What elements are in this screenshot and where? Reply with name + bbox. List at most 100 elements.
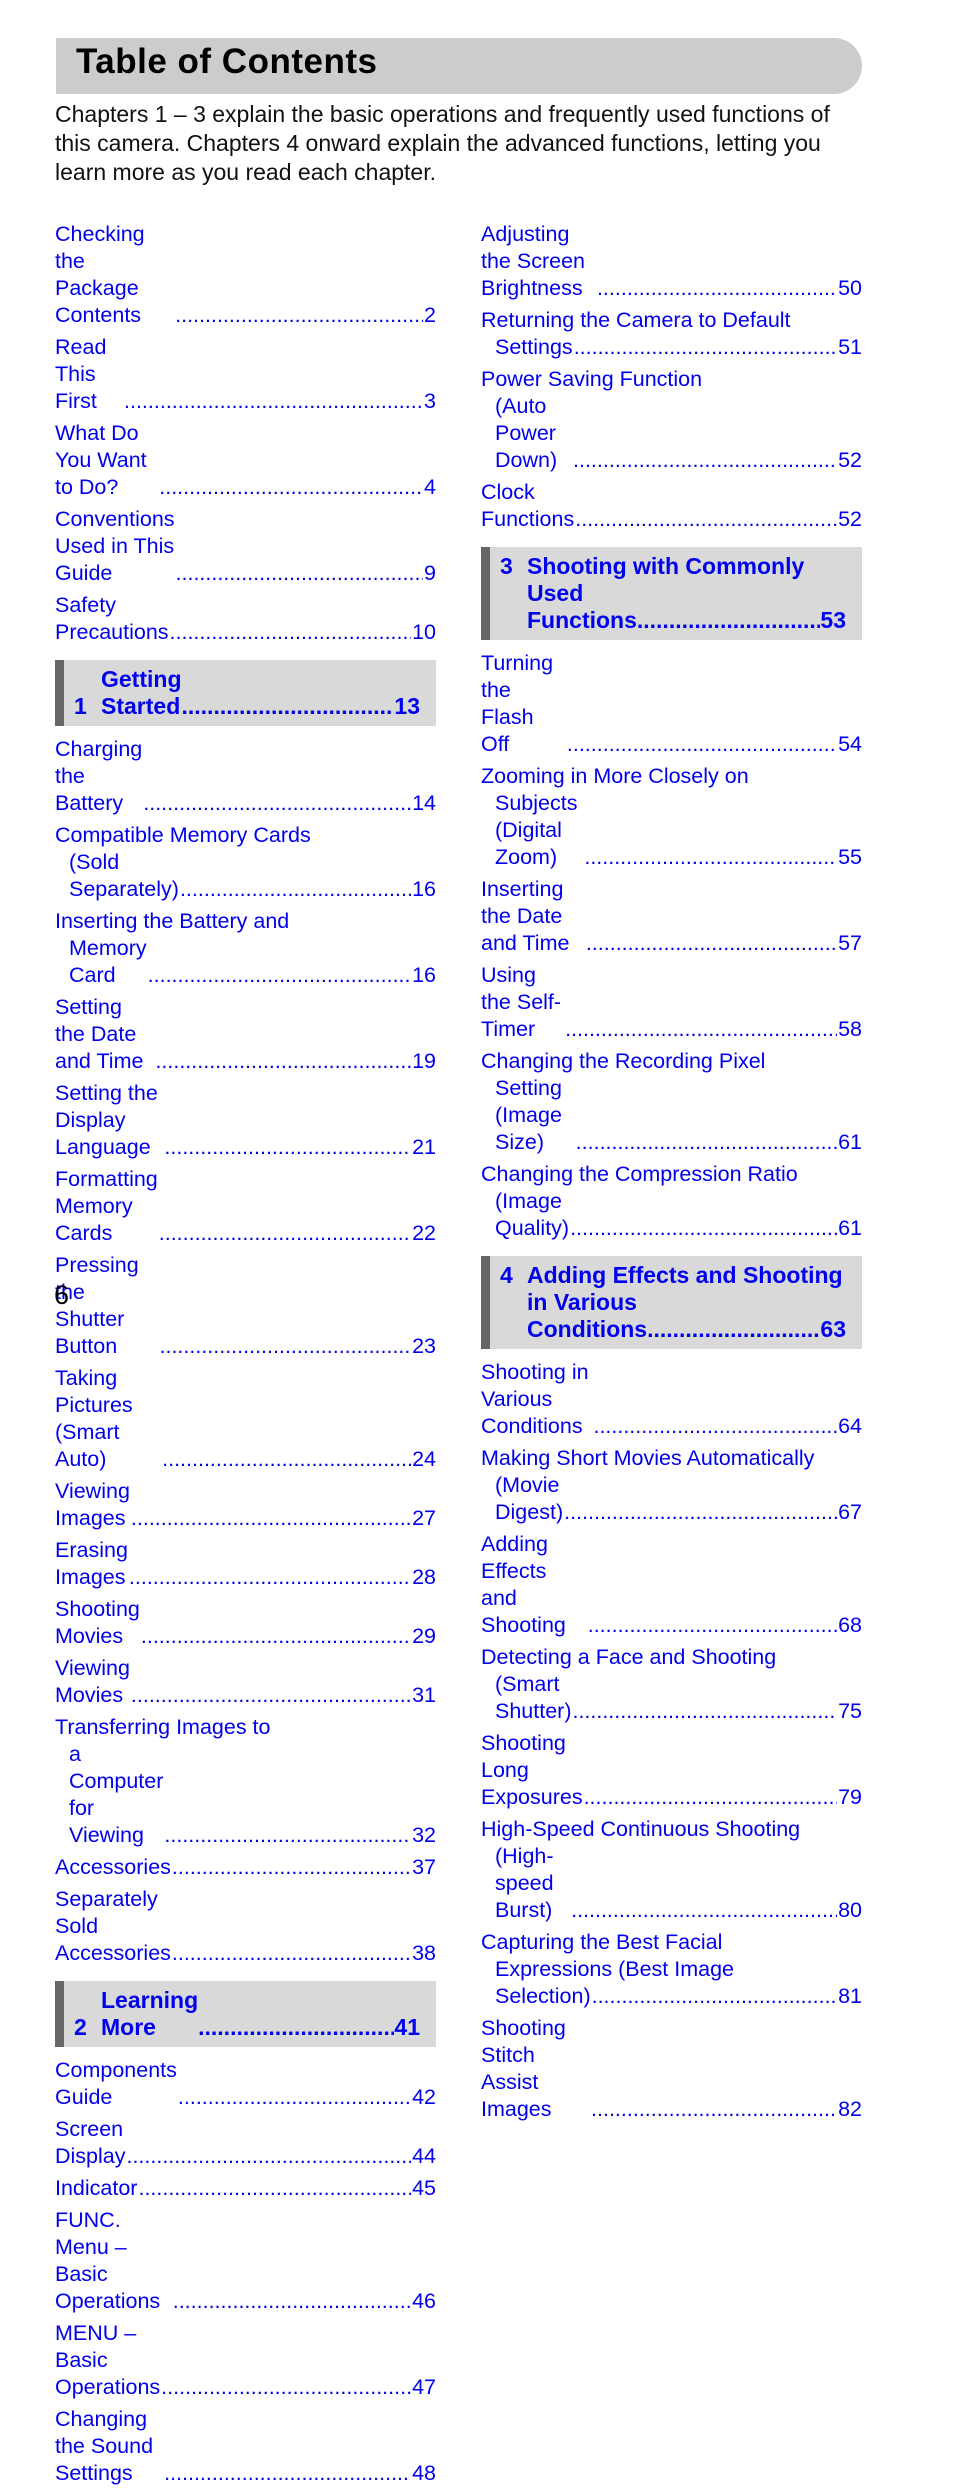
toc-entry-label: MENU – Basic Operations: [55, 2321, 161, 2399]
toc-entry-page: 4: [424, 475, 436, 499]
toc-entry-continuation: (Image Quality) 61: [481, 1188, 862, 1242]
toc-entry[interactable]: Inserting the Date and Time 57: [481, 876, 862, 957]
toc-entry[interactable]: Inserting the Battery and Memory Card 16: [55, 908, 436, 989]
toc-entry-continuation: Selection) 81: [481, 1983, 862, 2010]
toc-entry[interactable]: Shooting Stitch Assist Images 82: [481, 2015, 862, 2123]
toc-entry[interactable]: What Do You Want to Do? 4: [55, 420, 436, 501]
toc-entry[interactable]: Turning the Flash Off 54: [481, 650, 862, 758]
toc-entry[interactable]: Compatible Memory Cards (Sold Separately)…: [55, 822, 436, 903]
toc-entry[interactable]: Checking the Package Contents 2: [55, 221, 436, 329]
toc-entry[interactable]: Detecting a Face and Shooting (Smart Shut…: [481, 1644, 862, 1725]
chapter-heading-3[interactable]: 3 Shooting with CommonlyUsed Functions 53: [481, 547, 862, 640]
dot-leader: [161, 2374, 411, 2401]
toc-entry[interactable]: Changing the Sound Settings 48: [55, 2406, 436, 2487]
toc-entry[interactable]: Charging the Battery 14: [55, 736, 436, 817]
toc-entry-continuation: Expressions (Best Image: [481, 1956, 862, 1983]
toc-entry-page: 21: [412, 1135, 436, 1159]
toc-entry-label: Viewing Movies: [55, 1656, 130, 1707]
toc-entry-label: Separately Sold Accessories: [55, 1887, 171, 1965]
toc-entry-label: Shooting Long Exposures: [481, 1731, 583, 1809]
toc-entry-label: Taking Pictures (Smart Auto): [55, 1366, 133, 1471]
dot-leader: [176, 560, 424, 587]
dot-leader: [570, 1215, 837, 1242]
dot-leader: [180, 876, 411, 903]
toc-entry[interactable]: Using the Self-Timer 58: [481, 962, 862, 1043]
toc-entry-label: Changing the Compression Ratio: [481, 1162, 798, 1186]
toc-entry[interactable]: Shooting Long Exposures 79: [481, 1730, 862, 1811]
toc-entry-label: Power Saving Function: [481, 367, 703, 391]
toc-entry-continuation: (Movie Digest) 67: [481, 1472, 862, 1526]
chapter-heading-4[interactable]: 4 Adding Effects and Shooting in Various C…: [481, 1256, 862, 1349]
toc-entry[interactable]: Viewing Movies 31: [55, 1655, 436, 1709]
dot-leader: [584, 844, 837, 871]
chapter-page: 41: [394, 2014, 420, 2040]
toc-entry-page: 61: [838, 1216, 862, 1240]
toc-entry[interactable]: Formatting Memory Cards 22: [55, 1166, 436, 1247]
toc-entry[interactable]: Changing the Compression Ratio (Image Qua…: [481, 1161, 862, 1242]
toc-entry[interactable]: Returning the Camera to Default Settings 5…: [481, 307, 862, 361]
dot-leader: [571, 1897, 837, 1924]
toc-entry[interactable]: Making Short Movies Automatically (Movie …: [481, 1445, 862, 1526]
toc-entry[interactable]: Screen Display 44: [55, 2116, 436, 2170]
chapter-heading-2[interactable]: 2 Learning More 41: [55, 1981, 436, 2047]
toc-entry-label: Setting the Display Language: [55, 1081, 158, 1159]
dot-leader: [182, 693, 395, 720]
toc-entry-label: Shooting in Various Conditions: [481, 1360, 589, 1438]
toc-entry[interactable]: FUNC. Menu – Basic Operations 46: [55, 2207, 436, 2315]
toc-entry-label: Selection): [495, 1984, 591, 2008]
chapter-title: in Various Conditions: [527, 1289, 648, 1342]
toc-entry[interactable]: Zooming in More Closely on Subjects (Digi…: [481, 763, 862, 871]
toc-entry-page: 58: [838, 1017, 862, 1041]
chapter-title: Shooting with Commonly: [527, 553, 805, 579]
toc-entry[interactable]: Changing the Recording Pixel Setting (Ima…: [481, 1048, 862, 1156]
toc-entry-label: Settings: [495, 335, 573, 359]
toc-entry[interactable]: Power Saving Function (Auto Power Down) 52: [481, 366, 862, 474]
toc-entry-page: 32: [412, 1823, 436, 1847]
toc-entry-continuation: Subjects (Digital Zoom) 55: [481, 790, 862, 871]
toc-entry[interactable]: Read This First 3: [55, 334, 436, 415]
toc-entry-label: Changing the Recording Pixel: [481, 1049, 766, 1073]
toc-entry-page: 23: [412, 1334, 436, 1358]
toc-entry[interactable]: MENU – Basic Operations 47: [55, 2320, 436, 2401]
toc-entry-page: 16: [412, 877, 436, 901]
toc-entry[interactable]: Adjusting the Screen Brightness 50: [481, 221, 862, 302]
toc-entry[interactable]: Taking Pictures (Smart Auto) 24: [55, 1365, 436, 1473]
toc-entry-page: 16: [412, 963, 436, 987]
toc-entry-label: (High-speed Burst): [495, 1844, 554, 1922]
chapter-number: 1: [74, 693, 87, 719]
toc-entry[interactable]: Adding Effects and Shooting 68: [481, 1531, 862, 1639]
chapter-number: 3: [500, 553, 513, 579]
chapter-title: Getting Started: [101, 666, 182, 719]
toc-entry[interactable]: Accessories 37: [55, 1854, 436, 1881]
chapter-title: Used Functions: [527, 580, 637, 633]
toc-entry[interactable]: Conventions Used in This Guide 9: [55, 506, 436, 587]
toc-entry[interactable]: Viewing Images 27: [55, 1478, 436, 1532]
toc-entry[interactable]: Indicator 45: [55, 2175, 436, 2202]
toc-entry[interactable]: Setting the Date and Time 19: [55, 994, 436, 1075]
dot-leader: [588, 1612, 837, 1639]
toc-entry-label: Erasing Images: [55, 1538, 128, 1589]
toc-entry-page: 22: [412, 1221, 436, 1245]
toc-entry[interactable]: Capturing the Best Facial Expressions (Be…: [481, 1929, 862, 2010]
dot-leader: [576, 1129, 837, 1156]
toc-entry[interactable]: Separately Sold Accessories 38: [55, 1886, 436, 1967]
toc-entry-page: 2: [424, 303, 436, 327]
toc-entry[interactable]: Erasing Images 28: [55, 1537, 436, 1591]
toc-entry-label: Shooting Stitch Assist Images: [481, 2016, 566, 2121]
toc-entry[interactable]: Pressing the Shutter Button 23: [55, 1252, 436, 1360]
toc-entry[interactable]: Clock Functions 52: [481, 479, 862, 533]
chapter-heading-1[interactable]: 1 Getting Started 13: [55, 660, 436, 726]
dot-leader: [178, 2084, 411, 2111]
toc-entry[interactable]: Setting the Display Language 21: [55, 1080, 436, 1161]
toc-entry[interactable]: High-Speed Continuous Shooting (High-spee…: [481, 1816, 862, 1924]
toc-entry[interactable]: Components Guide 42: [55, 2057, 436, 2111]
toc-entry[interactable]: Shooting in Various Conditions 64: [481, 1359, 862, 1440]
toc-entry[interactable]: Safety Precautions 10: [55, 592, 436, 646]
toc-entry-label: (Image Quality): [495, 1189, 570, 1240]
dot-leader: [172, 1940, 411, 1967]
toc-entry[interactable]: Shooting Movies 29: [55, 1596, 436, 1650]
dot-leader: [173, 2288, 411, 2315]
dot-leader: [647, 1316, 820, 1343]
toc-entry[interactable]: Transferring Images to a Computer for Vie…: [55, 1714, 436, 1849]
toc-entry-continuation: (Auto Power Down) 52: [481, 393, 862, 474]
